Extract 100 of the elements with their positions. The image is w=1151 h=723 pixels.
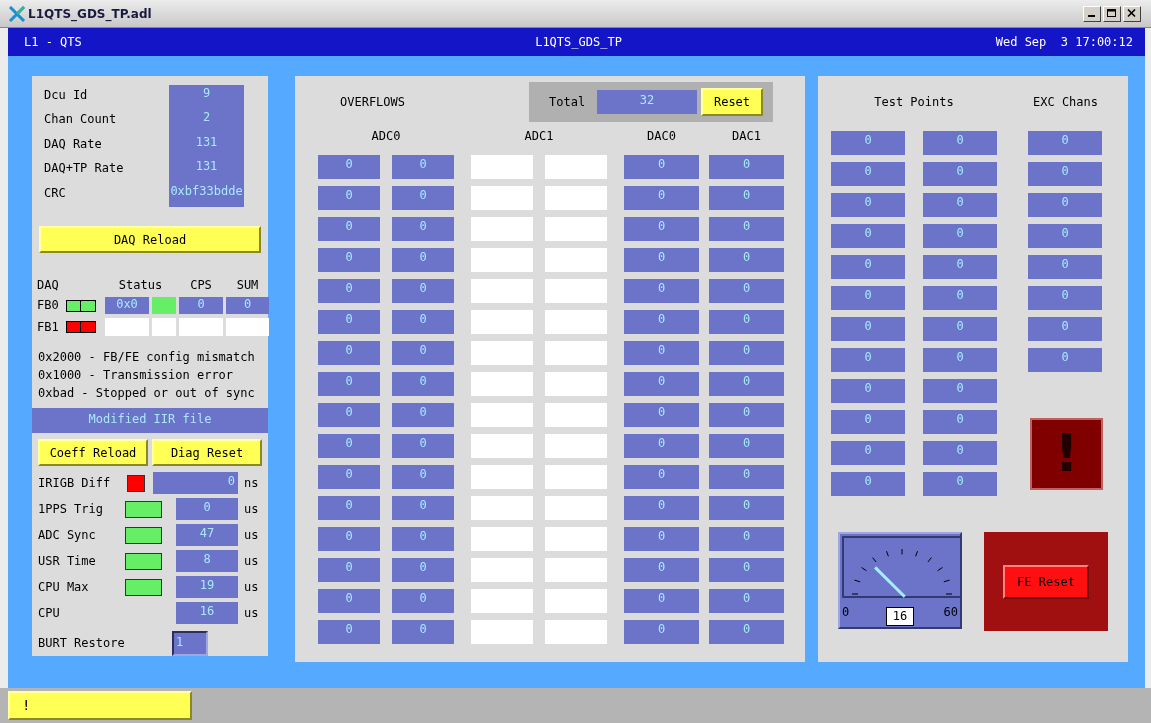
sum-field — [226, 318, 269, 336]
cross-icon — [8, 5, 26, 22]
readback-value: 0 — [1028, 286, 1102, 310]
readback-value: 0 — [392, 589, 454, 613]
readback-value: 0 — [1028, 348, 1102, 372]
readback-value: 0 — [831, 441, 905, 465]
reset-button[interactable]: Reset — [701, 88, 763, 116]
readback-value: 0 — [392, 341, 454, 365]
cps-field: 0 — [179, 297, 223, 314]
readback-value: 0 — [392, 155, 454, 179]
readback-value: 0 — [392, 434, 454, 458]
maximize-icon — [1107, 9, 1117, 18]
readback-value: 0 — [624, 248, 699, 272]
field-label: Total — [549, 95, 587, 109]
readback-value: 0 — [318, 434, 380, 458]
maximize-button[interactable] — [1103, 5, 1121, 22]
screen-name: L1QTS_GDS_TP — [534, 35, 623, 49]
readback-value: 0 — [318, 465, 380, 489]
readback-value: 0 — [1028, 162, 1102, 186]
gauge-value: 16 — [886, 607, 914, 626]
readback-value: 0 — [831, 317, 905, 341]
readback-value: 0 — [318, 155, 380, 179]
reload-button[interactable]: DAQ Reload — [39, 226, 261, 253]
readback-value: 0 — [1028, 224, 1102, 248]
field-label: Chan Count — [44, 111, 118, 129]
readback-value: 0 — [318, 403, 380, 427]
sum-field: 0 — [226, 297, 269, 314]
readback-value: 0 — [318, 310, 380, 334]
unit-label: us — [243, 554, 260, 568]
cps-field — [179, 318, 223, 336]
readback-value: 0 — [709, 496, 784, 520]
readback-value: 0 — [709, 589, 784, 613]
column-header: DAQ — [37, 277, 60, 293]
readback-value: 0 — [831, 193, 905, 217]
close-icon — [1127, 9, 1137, 18]
readback-value: 0 — [709, 403, 784, 427]
readback-value: 0 — [392, 372, 454, 396]
readback-value: 0 — [624, 527, 699, 551]
readback-value: 0 — [923, 472, 997, 496]
field-label: CRC — [44, 184, 67, 202]
action-button[interactable]: Diag Reset — [152, 439, 262, 466]
readback-value: 0 — [831, 255, 905, 279]
column-header: DAC1 — [731, 128, 762, 145]
readback-value: 0 — [923, 410, 997, 434]
readback-value: 0 — [923, 162, 997, 186]
legend-text: 0x2000 - FB/FE config mismatch — [38, 349, 256, 366]
readback-value: 0 — [709, 527, 784, 551]
status-message: ! — [8, 691, 192, 720]
readback-value: 0 — [318, 186, 380, 210]
readback-value: 0 — [392, 186, 454, 210]
field-label: 1PPS Trig — [38, 502, 105, 516]
readback-value: 0 — [831, 348, 905, 372]
readback-value: 0 — [709, 279, 784, 303]
readback-value: 0 — [624, 372, 699, 396]
unit-label: us — [243, 580, 260, 594]
readback-value: 0 — [709, 248, 784, 272]
readback-value: 0 — [831, 379, 905, 403]
field-label: USR Time — [38, 554, 97, 568]
readback-value: 0 — [923, 131, 997, 155]
readback-value: 0 — [318, 248, 380, 272]
readback-value: 8 — [176, 550, 238, 572]
readback-value: 0 — [831, 162, 905, 186]
column-header: Status — [117, 277, 164, 293]
readback-value: 0 — [923, 441, 997, 465]
readback-value: 0 — [624, 341, 699, 365]
readback-value: 0 — [624, 279, 699, 303]
unit-label: us — [243, 528, 260, 542]
reset-button[interactable]: FE Reset — [1003, 564, 1089, 599]
date-time: Wed Sep 3 17:00:12 — [994, 35, 1133, 49]
readback-value: 0 — [318, 341, 380, 365]
readback-value: 0 — [624, 403, 699, 427]
readback-value: 0 — [923, 317, 997, 341]
action-button[interactable]: Coeff Reload — [38, 439, 148, 466]
close-button[interactable] — [1123, 5, 1141, 22]
unit-label: us — [243, 502, 260, 516]
readback-value: 0 — [709, 620, 784, 644]
readback-value: 0 — [831, 131, 905, 155]
readback-value: 0 — [923, 224, 997, 248]
readback-value: 0 — [709, 465, 784, 489]
readback-value: 131 — [194, 133, 219, 151]
readback-value: 16 — [176, 602, 238, 624]
readback-value: 0 — [392, 248, 454, 272]
readback-value: 0 — [831, 224, 905, 248]
field-label: Dcu Id — [44, 87, 89, 104]
minimize-button[interactable] — [1083, 5, 1101, 22]
readback-value: 0 — [1028, 131, 1102, 155]
readback-value: 0 — [624, 217, 699, 241]
readback-value: 0 — [392, 403, 454, 427]
scale-label: 0 — [842, 604, 851, 619]
readback-value: 0 — [392, 558, 454, 582]
window-title: L1QTS_GDS_TP.adl — [28, 6, 152, 21]
column-header: ADC0 — [370, 128, 402, 145]
readback-value: 32 — [597, 90, 697, 114]
legend-text: 0xbad - Stopped or out of sync — [38, 385, 256, 402]
readback-value: 0 — [709, 558, 784, 582]
readback-value: 0 — [1028, 193, 1102, 217]
readback-value: 0 — [392, 527, 454, 551]
readback-value: 0 — [709, 186, 784, 210]
readback-value: 0 — [318, 496, 380, 520]
readback-value: 0 — [831, 410, 905, 434]
